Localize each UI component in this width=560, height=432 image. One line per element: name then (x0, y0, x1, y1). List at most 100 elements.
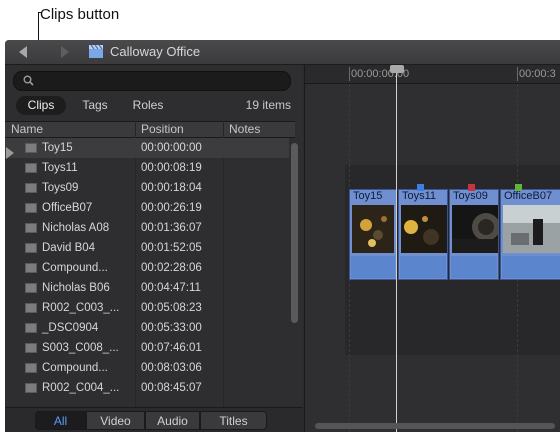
clip-thumbnail-icon (25, 363, 37, 373)
list-item[interactable]: Nicholas A08 00:01:36:07 (5, 218, 289, 238)
clip-position: 00:08:45:07 (141, 382, 202, 394)
list-header: Name Position Notes (5, 121, 295, 138)
clip-name: Toys09 (42, 182, 79, 194)
clip-name: Compound... (42, 262, 108, 274)
list-item[interactable]: _DSC0904 00:05:33:00 (5, 318, 289, 338)
filter-video-button[interactable]: Video (86, 411, 145, 430)
clip-thumbnail-icon (25, 303, 37, 313)
clip-filmstrip (503, 205, 560, 253)
event-title: Calloway Office (110, 44, 201, 59)
search-input[interactable] (13, 71, 291, 91)
filter-audio-button[interactable]: Audio (145, 411, 200, 430)
clips-button[interactable]: Clips (16, 96, 66, 115)
timeline-ruler[interactable]: 00:00:00:00 00:00:3 (305, 65, 560, 84)
clip-position: 00:00:18:04 (141, 182, 202, 194)
marker-blue-icon[interactable] (417, 184, 424, 191)
app-window: Calloway Office Clips Tags Roles 19 item… (5, 40, 560, 432)
clip-name: David B04 (42, 242, 96, 254)
skimmer-marker-icon (6, 147, 14, 159)
clip-filmstrip (401, 205, 447, 253)
list-item[interactable]: Compound... 00:02:28:06 (5, 258, 289, 278)
clip-position: 00:07:46:01 (141, 342, 202, 354)
playhead-handle[interactable] (390, 65, 404, 73)
clip-name: OfficeB07 (42, 202, 93, 214)
clip-thumbnail-icon (25, 223, 37, 233)
clip-thumbnail-icon (25, 323, 37, 333)
clip-audio-waveform (351, 256, 395, 278)
ruler-timecode: 00:00:3 (519, 68, 556, 80)
marker-red-icon[interactable] (468, 184, 475, 191)
timeline-clip[interactable]: Toy15 (349, 189, 397, 280)
clip-thumbnail-icon (25, 203, 37, 213)
clip-thumbnail-icon (25, 343, 37, 353)
list-item[interactable]: R002_C004_... 00:08:45:07 (5, 378, 289, 398)
clip-name: _DSC0904 (42, 322, 99, 334)
list-item[interactable]: Compound... 00:08:03:06 (5, 358, 289, 378)
clip-thumbnail-icon (25, 283, 37, 293)
clip-name: Toys11 (42, 162, 78, 174)
timeline-clip[interactable]: Toys11 (398, 189, 448, 280)
filter-titles-button[interactable]: Titles (200, 411, 267, 430)
back-arrow-icon[interactable] (19, 46, 27, 58)
filter-all-button[interactable]: All (35, 411, 86, 430)
event-browser: Clips Tags Roles 19 items Name Position … (5, 65, 303, 432)
list-item[interactable]: S003_C008_... 00:07:46:01 (5, 338, 289, 358)
clip-name: Toy15 (42, 142, 73, 154)
clip-title: Toys11 (402, 190, 437, 202)
roles-button[interactable]: Roles (125, 96, 171, 115)
clip-filmstrip (452, 205, 498, 253)
clip-name: Nicholas A08 (42, 222, 110, 234)
clip-position: 00:00:08:19 (141, 162, 202, 174)
clip-position: 00:08:03:06 (141, 362, 202, 374)
clip-thumbnail-icon (25, 183, 37, 193)
clip-position: 00:05:08:23 (141, 302, 202, 314)
timeline[interactable]: 00:00:00:00 00:00:3 Toy15 Toys11 Toys09 … (304, 65, 560, 432)
clip-position: 00:02:28:06 (141, 262, 202, 274)
clip-position: 00:01:36:07 (141, 222, 202, 234)
clip-audio-waveform (502, 256, 560, 278)
tags-button[interactable]: Tags (75, 96, 115, 115)
clip-filmstrip (352, 205, 394, 253)
clip-title: OfficeB07 (504, 190, 553, 202)
clapperboard-icon (89, 45, 103, 58)
search-icon (23, 75, 34, 86)
clip-thumbnail-icon (25, 263, 37, 273)
list-item[interactable]: OfficeB07 00:00:26:19 (5, 198, 289, 218)
column-notes-header[interactable]: Notes (229, 122, 260, 137)
marker-green-icon[interactable] (515, 184, 522, 191)
titlebar: Calloway Office (5, 40, 560, 65)
clip-name: R002_C004_... (42, 382, 120, 394)
timeline-scrollbar[interactable] (315, 423, 555, 429)
clip-thumbnail-icon (25, 163, 37, 173)
clip-name: Compound... (42, 362, 108, 374)
clip-name: S003_C008_... (42, 342, 119, 354)
clip-position: 00:00:00:00 (141, 142, 202, 154)
timeline-clip[interactable]: Toys09 (449, 189, 499, 280)
clip-position: 00:04:47:11 (141, 282, 201, 294)
list-item[interactable]: Nicholas B06 00:04:47:11 (5, 278, 289, 298)
list-scrollbar[interactable] (291, 143, 298, 323)
list-item[interactable]: Toy15 00:00:00:00 (5, 138, 289, 158)
clip-position: 00:05:33:00 (141, 322, 202, 334)
callout-label: Clips button (40, 6, 120, 23)
timeline-clip[interactable]: OfficeB07 (500, 189, 560, 280)
column-name-header[interactable]: Name (11, 122, 43, 137)
media-filter-bar: All Video Audio Titles (5, 407, 303, 432)
clip-position: 00:00:26:19 (141, 202, 202, 214)
list-item[interactable]: David B04 00:01:52:05 (5, 238, 289, 258)
clip-name: R002_C003_... (42, 302, 120, 314)
list-item[interactable]: R002_C003_... 00:05:08:23 (5, 298, 289, 318)
list-item[interactable]: Toys11 00:00:08:19 (5, 158, 289, 178)
clip-title: Toys09 (453, 190, 488, 202)
list-item[interactable]: Toys09 00:00:18:04 (5, 178, 289, 198)
playhead[interactable] (396, 73, 397, 432)
forward-arrow-icon[interactable] (61, 46, 69, 58)
column-position-header[interactable]: Position (141, 122, 184, 137)
clip-thumbnail-icon (25, 243, 37, 253)
clip-audio-waveform (400, 256, 446, 278)
clip-position: 00:01:52:05 (141, 242, 202, 254)
clip-audio-waveform (451, 256, 497, 278)
clip-title: Toy15 (353, 190, 383, 202)
items-count: 19 items (245, 98, 291, 112)
clip-thumbnail-icon (25, 383, 37, 393)
